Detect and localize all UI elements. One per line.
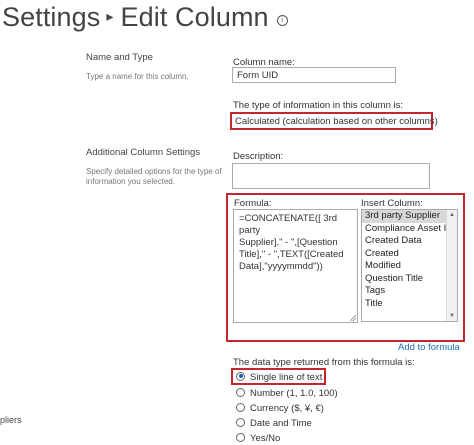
formula-textarea[interactable]: =CONCATENATE([ 3rd party Supplier]," - "… xyxy=(233,209,358,323)
insert-column-item[interactable]: Created Data xyxy=(362,235,457,248)
resize-grip-icon[interactable] xyxy=(350,315,356,321)
radio-icon[interactable] xyxy=(236,402,245,412)
description-textarea[interactable] xyxy=(232,163,430,189)
return-type-option-label: Number (1, 1.0, 100) xyxy=(250,388,338,399)
radio-icon[interactable] xyxy=(236,432,245,442)
return-type-option-label: Single line of text xyxy=(250,372,323,383)
page-title-text: Edit Column xyxy=(120,2,269,32)
formula-line: Title]," - ",TEXT([Created xyxy=(239,249,344,260)
info-type-label: The type of information in this column i… xyxy=(233,100,404,111)
add-to-formula-link[interactable]: Add to formula xyxy=(398,342,460,353)
info-type-value: Calculated (calculation based on other c… xyxy=(235,116,438,127)
insert-column-item[interactable]: Question Title xyxy=(362,273,457,286)
return-type-option[interactable]: Date and Time xyxy=(236,417,312,429)
radio-selected-icon[interactable] xyxy=(236,371,245,381)
section-desc-additional: Specify detailed options for the type of… xyxy=(86,167,222,187)
list-scrollbar[interactable]: ▲ ▼ xyxy=(446,210,457,321)
section-desc-line: information you selected. xyxy=(86,177,175,186)
return-type-option[interactable]: Single line of text xyxy=(236,371,323,383)
left-edge-text: pliers xyxy=(0,415,22,425)
section-desc-line: Specify detailed options for the type of xyxy=(86,167,222,176)
insert-column-item[interactable]: 3rd party Supplier xyxy=(362,210,457,223)
section-desc-name-type: Type a name for this column. xyxy=(86,72,189,81)
return-type-option-label: Date and Time xyxy=(250,418,312,429)
insert-column-item[interactable]: Created xyxy=(362,248,457,261)
insert-column-list[interactable]: 3rd party Supplier Compliance Asset Id C… xyxy=(361,209,458,322)
radio-icon[interactable] xyxy=(236,417,245,427)
breadcrumb-settings[interactable]: Settings xyxy=(2,2,100,32)
page-title: Settings ▸ Edit Column i xyxy=(2,2,288,33)
insert-column-item[interactable]: Tags xyxy=(362,285,457,298)
insert-column-item[interactable]: Modified xyxy=(362,260,457,273)
formula-line: Supplier]," - ",[Question xyxy=(239,237,338,248)
insert-column-label: Insert Column: xyxy=(361,198,423,209)
return-type-option[interactable]: Yes/No xyxy=(236,432,281,444)
insert-column-item[interactable]: Compliance Asset Id xyxy=(362,223,457,236)
scroll-up-icon[interactable]: ▲ xyxy=(447,210,457,220)
return-type-option[interactable]: Currency ($, ¥, €) xyxy=(236,402,324,414)
info-icon[interactable]: i xyxy=(276,15,288,26)
section-title-name-type: Name and Type xyxy=(86,52,153,63)
return-type-label: The data type returned from this formula… xyxy=(233,357,415,368)
section-title-additional: Additional Column Settings xyxy=(86,147,201,158)
scroll-down-icon[interactable]: ▼ xyxy=(447,311,457,321)
breadcrumb-separator-icon: ▸ xyxy=(106,8,114,24)
return-type-option[interactable]: Number (1, 1.0, 100) xyxy=(236,387,338,399)
insert-column-item[interactable]: Title xyxy=(362,298,457,311)
column-name-input[interactable]: Form UID xyxy=(232,67,396,83)
formula-line: =CONCATENATE([ 3rd party xyxy=(239,213,338,236)
formula-label: Formula: xyxy=(234,198,272,209)
return-type-option-label: Yes/No xyxy=(250,433,281,444)
info-type-highlight: Calculated (calculation based on other c… xyxy=(230,112,438,130)
radio-icon[interactable] xyxy=(236,387,245,397)
description-label: Description: xyxy=(233,151,284,162)
return-type-option-label: Currency ($, ¥, €) xyxy=(250,403,324,414)
formula-line: Data],"yyyymmdd")) xyxy=(239,261,323,272)
